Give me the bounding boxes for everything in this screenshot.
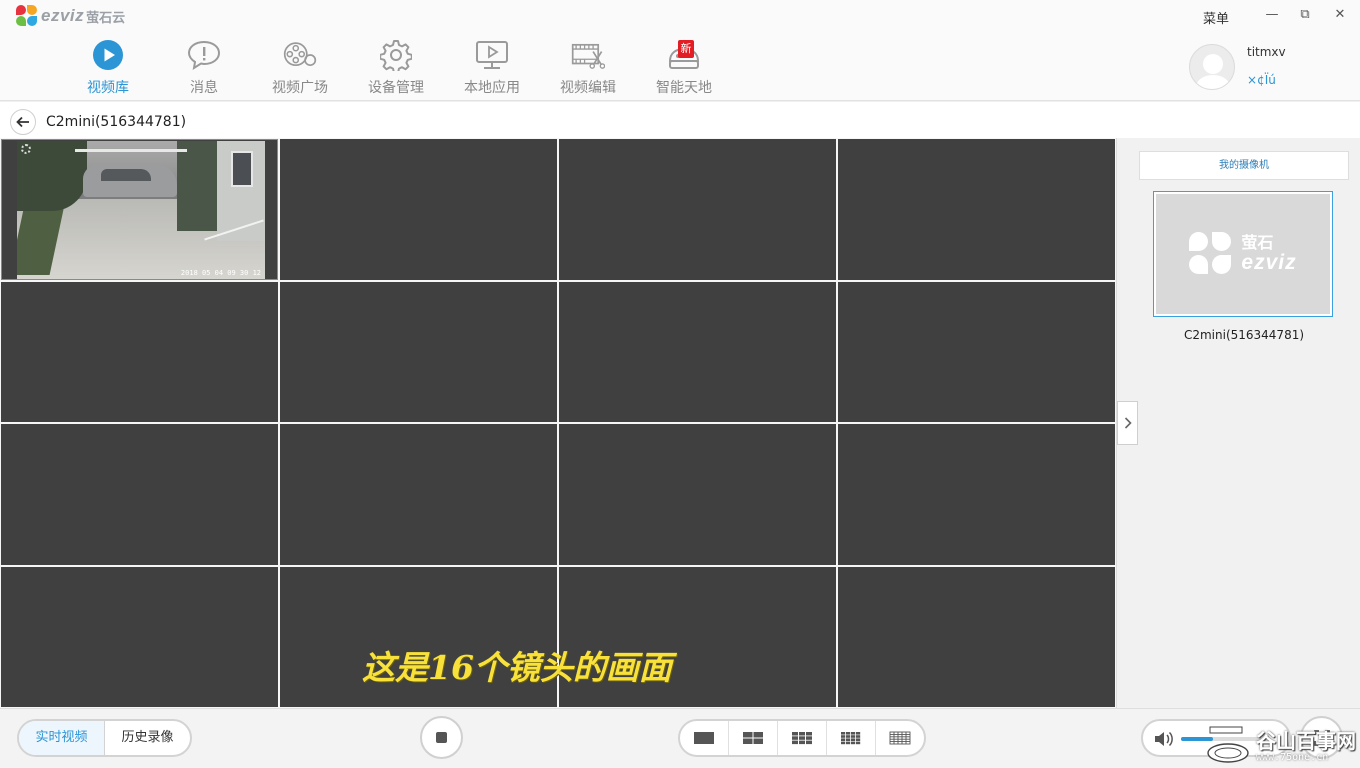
video-cell[interactable]: [838, 139, 1115, 280]
nav-item-local-apps[interactable]: 本地应用: [444, 38, 540, 100]
film-scissors-icon: [571, 38, 605, 72]
nav-label: 视频编辑: [560, 80, 616, 96]
monitor-play-icon: [475, 38, 509, 72]
watermark-text: 谷山百事网: [1256, 729, 1356, 753]
layout-16-icon: [841, 732, 861, 745]
play-icon: [91, 38, 125, 72]
video-cell[interactable]: [280, 424, 557, 565]
nav-item-messages[interactable]: 消息: [156, 38, 252, 100]
layout-25-button[interactable]: [876, 721, 924, 755]
layout-single-icon: [694, 732, 714, 744]
stop-all-button[interactable]: [420, 716, 463, 759]
mode-switch: 实时视频 历史录像: [17, 719, 192, 757]
speaker-icon[interactable]: [1153, 729, 1175, 749]
layout-25-icon: [889, 731, 911, 745]
overlay-caption: 这是16个镜头的画面: [362, 648, 672, 687]
layout-16-button[interactable]: [827, 721, 876, 755]
site-watermark: 谷山百事网 www.75one.cn: [1206, 723, 1356, 767]
watermark-logo-icon: [1207, 726, 1249, 763]
nav-label: 本地应用: [464, 80, 520, 96]
arrow-left-icon: [16, 116, 29, 128]
avatar-head-icon: [1203, 54, 1223, 74]
camera-feed-image: 2018 05 04 09 30 12: [17, 141, 265, 279]
playback-button[interactable]: 历史录像: [105, 721, 190, 755]
video-cell[interactable]: [559, 281, 836, 422]
nav-item-video-square[interactable]: 视频广场: [252, 38, 348, 100]
brand-cn-text: 萤石云: [86, 10, 126, 26]
stop-icon: [436, 732, 447, 743]
chevron-right-icon: [1124, 417, 1132, 429]
nav-label: 消息: [190, 80, 218, 96]
nav-label: 视频广场: [272, 80, 328, 96]
back-button[interactable]: [10, 109, 36, 135]
video-cell[interactable]: [280, 139, 557, 280]
nav-item-device-management[interactable]: 设备管理: [348, 38, 444, 100]
camera-name: C2mini(516344781): [1183, 328, 1305, 342]
video-grid: 2018 05 04 09 30 12: [0, 138, 1116, 708]
watermark-url: www.75one.cn: [1256, 752, 1329, 763]
main-nav: 视频库 消息 视频广场 设备管理 本地应用 视频编辑 智能天地: [60, 38, 732, 100]
layout-quad-icon: [743, 732, 763, 744]
video-cell[interactable]: [838, 424, 1115, 565]
nav-label: 视频库: [87, 80, 129, 96]
nav-item-video-library[interactable]: 视频库: [60, 38, 156, 100]
menu-button[interactable]: 菜单: [1203, 8, 1229, 27]
layout-9-button[interactable]: [778, 721, 827, 755]
top-bar: ezviz 萤石云 菜单 — ⧉ ✕ 视频库 消息 视频广场 设备管理 本地应用…: [0, 0, 1360, 101]
layout-9-icon: [792, 732, 812, 745]
camera-thumbnail[interactable]: 萤石 ezviz: [1153, 191, 1333, 317]
close-button[interactable]: ✕: [1332, 7, 1348, 23]
layout-4-button[interactable]: [729, 721, 778, 755]
username[interactable]: titmxv: [1247, 45, 1286, 59]
feed-timestamp: 2018 05 04 09 30 12: [180, 269, 261, 277]
camera-watermark-icon: [21, 144, 31, 154]
live-video-button[interactable]: 实时视频: [19, 721, 105, 755]
video-cell[interactable]: 2018 05 04 09 30 12: [1, 139, 278, 280]
video-cell[interactable]: [559, 424, 836, 565]
collapse-panel-button[interactable]: [1117, 401, 1138, 445]
layout-switcher: [678, 719, 926, 757]
layout-1-button[interactable]: [680, 721, 729, 755]
video-cell[interactable]: [1, 281, 278, 422]
brand-text: ezviz: [41, 6, 85, 25]
restore-button[interactable]: ⧉: [1297, 7, 1313, 23]
minimize-button[interactable]: —: [1264, 7, 1280, 23]
nav-label: 智能天地: [656, 80, 712, 96]
page-title: C2mini(516344781): [46, 114, 187, 130]
camera-logo-en: ezviz: [1241, 251, 1297, 274]
video-cell[interactable]: [838, 281, 1115, 422]
video-cell[interactable]: [838, 566, 1115, 707]
avatar[interactable]: [1189, 44, 1235, 90]
video-cell[interactable]: [1, 566, 278, 707]
new-badge: 新: [678, 40, 694, 58]
ezviz-logo-icon: [16, 5, 38, 27]
tab-my-cameras[interactable]: 我的摄像机: [1139, 151, 1349, 180]
ezviz-logo-icon: [1189, 232, 1233, 276]
message-icon: [187, 38, 221, 72]
video-cell[interactable]: [559, 139, 836, 280]
camera-side-panel: 我的摄像机 萤石 ezviz C2mini(516344781): [1116, 138, 1360, 708]
camera-logo-cn: 萤石: [1241, 233, 1274, 252]
bottom-toolbar: 实时视频 历史录像 谷山百事网 www.75one.cn: [0, 708, 1360, 768]
gear-icon: [379, 38, 413, 72]
nav-label: 设备管理: [368, 80, 424, 96]
breadcrumb: C2mini(516344781): [0, 102, 1360, 140]
film-reel-icon: [283, 38, 317, 72]
app-logo: ezviz 萤石云: [16, 5, 125, 27]
nav-item-video-edit[interactable]: 视频编辑: [540, 38, 636, 100]
video-cell[interactable]: [1, 424, 278, 565]
user-status-link[interactable]: ×¢Ïú: [1247, 73, 1276, 87]
video-cell[interactable]: [280, 281, 557, 422]
avatar-body-icon: [1196, 75, 1230, 89]
